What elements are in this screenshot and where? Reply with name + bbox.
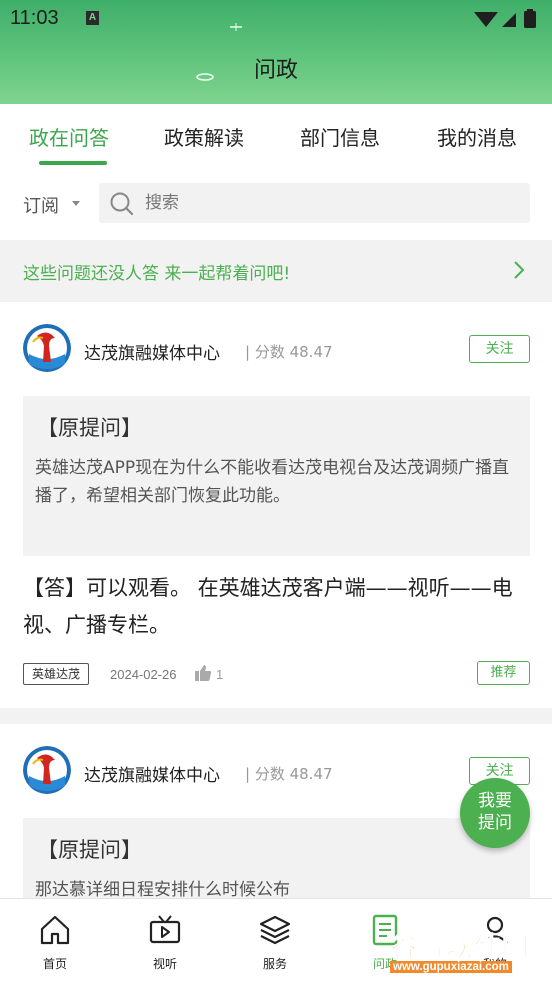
qa-card[interactable]: 达茂旗融媒体中心 | 分数 48.47 关注 【原提问】 英雄达茂APP现在为什… bbox=[0, 302, 552, 708]
active-tab-indicator bbox=[39, 161, 107, 165]
tab-bar: 政在问答 政策解读 部门信息 我的消息 bbox=[0, 104, 552, 166]
original-question-text: 英雄达茂APP现在为什么不能收看达茂电视台及达茂调频广播直播了，希望相关部门恢复… bbox=[35, 458, 510, 506]
fab-label-line1: 我要 bbox=[478, 791, 512, 811]
search-box bbox=[99, 183, 530, 223]
post-date: 2024-02-26 bbox=[110, 667, 177, 682]
banner-text: 这些问题还没人答 来一起帮着问吧! bbox=[23, 264, 291, 284]
filter-row: 订阅 bbox=[0, 166, 552, 240]
score: | 分数 48.47 bbox=[245, 343, 333, 361]
original-question-box: 【原提问】 英雄达茂APP现在为什么不能收看达茂电视台及达茂调频广播直播了，希望… bbox=[23, 396, 530, 556]
chevron-right-icon bbox=[514, 261, 525, 279]
home-icon bbox=[40, 915, 70, 945]
nav-services[interactable]: 服务 bbox=[220, 899, 330, 983]
org-name[interactable]: 达茂旗融媒体中心 bbox=[84, 761, 220, 786]
site-watermark: 谷普软件园 www.gupuxiazai.com bbox=[386, 925, 552, 983]
nav-media[interactable]: 视听 bbox=[110, 899, 220, 983]
caret-down-icon bbox=[72, 201, 80, 206]
like-count: 1 bbox=[216, 667, 224, 682]
original-question-title: 【原提问】 bbox=[37, 838, 142, 862]
nav-label: 服务 bbox=[262, 957, 287, 971]
tab-departments[interactable]: 部门信息 bbox=[300, 122, 380, 151]
nav-label: 视听 bbox=[152, 957, 177, 971]
topic-tag[interactable]: 英雄达茂 bbox=[23, 663, 90, 685]
org-logo-icon bbox=[23, 746, 71, 794]
org-name[interactable]: 达茂旗融媒体中心 bbox=[84, 339, 220, 364]
follow-button[interactable]: 关注 bbox=[469, 335, 530, 363]
recommend-badge: 推荐 bbox=[477, 661, 530, 685]
original-question-title: 【原提问】 bbox=[37, 416, 142, 440]
signal-battery-icons bbox=[474, 9, 536, 28]
tab-qa[interactable]: 政在问答 bbox=[29, 122, 109, 151]
tv-icon bbox=[149, 915, 181, 944]
tab-policy[interactable]: 政策解读 bbox=[164, 122, 244, 151]
app-screen: 11:03 A 问政 政在问答 政策解读 部门信息 我的消息 订阅 搜索 这些问… bbox=[0, 0, 552, 983]
page-title: 问政 bbox=[253, 58, 298, 83]
nav-label: 首页 bbox=[42, 957, 67, 971]
status-bar: 11:03 A bbox=[0, 0, 552, 38]
original-question-box: 【原提问】 那达慕详细日程安排什么时候公布 bbox=[23, 818, 530, 908]
subscribe-dropdown[interactable]: 订阅 bbox=[23, 192, 59, 218]
watermark-url: www.gupuxiazai.com bbox=[390, 961, 512, 973]
ask-question-button[interactable]: 我要 提问 bbox=[460, 778, 530, 848]
score: | 分数 48.47 bbox=[245, 765, 333, 783]
search-input[interactable] bbox=[145, 183, 515, 223]
org-avatar bbox=[23, 324, 71, 372]
org-avatar bbox=[23, 746, 71, 794]
watermark-brand: 谷普软件园 bbox=[390, 932, 530, 964]
thumbs-up-icon[interactable] bbox=[194, 664, 212, 682]
layers-icon bbox=[259, 915, 291, 945]
unanswered-banner[interactable]: 这些问题还没人答 来一起帮着问吧! bbox=[0, 240, 552, 302]
fab-label-line2: 提问 bbox=[478, 813, 512, 833]
answer-text: 【答】可以观看。 在英雄达茂客户端——视听——电视、广播专栏。 bbox=[23, 576, 513, 637]
search-icon bbox=[110, 192, 134, 216]
tab-my-messages[interactable]: 我的消息 bbox=[437, 122, 517, 151]
header: 11:03 A 问政 bbox=[0, 0, 552, 104]
org-logo-icon bbox=[23, 324, 71, 372]
sparkle-decoration bbox=[230, 23, 242, 31]
notification-icon: A bbox=[86, 11, 99, 25]
nav-home[interactable]: 首页 bbox=[0, 899, 110, 983]
status-time: 11:03 bbox=[10, 7, 59, 29]
